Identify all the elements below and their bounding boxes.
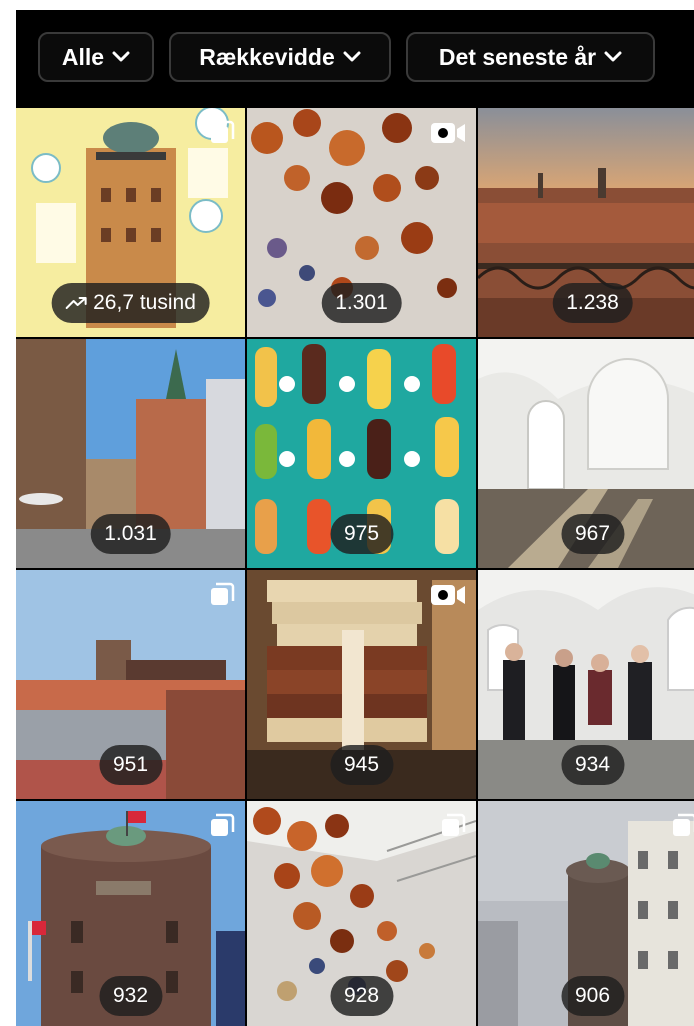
carousel-icon (211, 582, 235, 605)
post-tile[interactable]: 928 (247, 801, 476, 1026)
carousel-icon (442, 813, 466, 836)
trending-up-icon (65, 297, 87, 309)
reach-count: 945 (343, 753, 380, 776)
video-icon (431, 123, 465, 143)
reach-count: 975 (343, 522, 380, 545)
post-tile[interactable]: 945 (247, 570, 476, 799)
carousel-icon (673, 813, 694, 836)
reach-count: 967 (574, 522, 611, 545)
post-tile[interactable]: 1.031 (16, 339, 245, 568)
carousel-icon (211, 120, 235, 143)
reach-count-badge: 934 (560, 745, 625, 785)
carousel-icon (211, 813, 235, 836)
filter-all-button[interactable]: Alle (38, 32, 154, 82)
post-tile[interactable]: 932 (16, 801, 245, 1026)
reach-count-badge: 1.238 (552, 283, 633, 323)
reach-count-badge: 967 (560, 514, 625, 554)
reach-count-badge: 906 (560, 976, 625, 1016)
post-tile[interactable]: 951 (16, 570, 245, 799)
post-tile[interactable]: 26,7 tusind (16, 108, 245, 337)
reach-count: 932 (112, 984, 149, 1007)
filter-reach-label: Rækkevidde (199, 43, 335, 70)
reach-count-badge: 951 (98, 745, 163, 785)
post-tile[interactable]: 906 (478, 801, 694, 1026)
reach-count-badge: 975 (329, 514, 394, 554)
filter-period-label: Det seneste år (438, 43, 597, 70)
post-tile[interactable]: 1.238 (478, 108, 694, 337)
post-tile[interactable]: 934 (478, 570, 694, 799)
filter-reach-button[interactable]: Rækkevidde (169, 32, 391, 82)
chevron-down-icon (343, 51, 361, 62)
reach-count: 928 (343, 984, 380, 1007)
filter-period-button[interactable]: Det seneste år (406, 32, 655, 82)
reach-count-badge: 932 (98, 976, 163, 1016)
video-icon (431, 585, 465, 605)
reach-count-badge: 928 (329, 976, 394, 1016)
reach-count: 906 (574, 984, 611, 1007)
chevron-down-icon (112, 51, 130, 62)
reach-count: 951 (112, 753, 149, 776)
post-tile[interactable]: 967 (478, 339, 694, 568)
reach-count: 934 (574, 753, 611, 776)
reach-count-badge: 1.031 (90, 514, 171, 554)
reach-count: 1.301 (335, 291, 388, 314)
filter-all-label: Alle (61, 43, 105, 70)
insights-screen: Alle Rækkevidde Det seneste år 26,7 tusi… (16, 10, 694, 1026)
reach-count: 1.031 (104, 522, 157, 545)
reach-count-badge: 945 (329, 745, 394, 785)
reach-count: 1.238 (566, 291, 619, 314)
reach-count: 26,7 tusind (93, 291, 196, 314)
post-tile[interactable]: 1.301 (247, 108, 476, 337)
post-tile[interactable]: 975 (247, 339, 476, 568)
reach-count-badge: 26,7 tusind (51, 283, 210, 323)
chevron-down-icon (604, 51, 622, 62)
filter-bar: Alle Rækkevidde Det seneste år (16, 10, 694, 108)
post-grid: 26,7 tusind 1.301 1.238 1.031 975 967 95… (16, 108, 694, 1026)
reach-count-badge: 1.301 (321, 283, 402, 323)
